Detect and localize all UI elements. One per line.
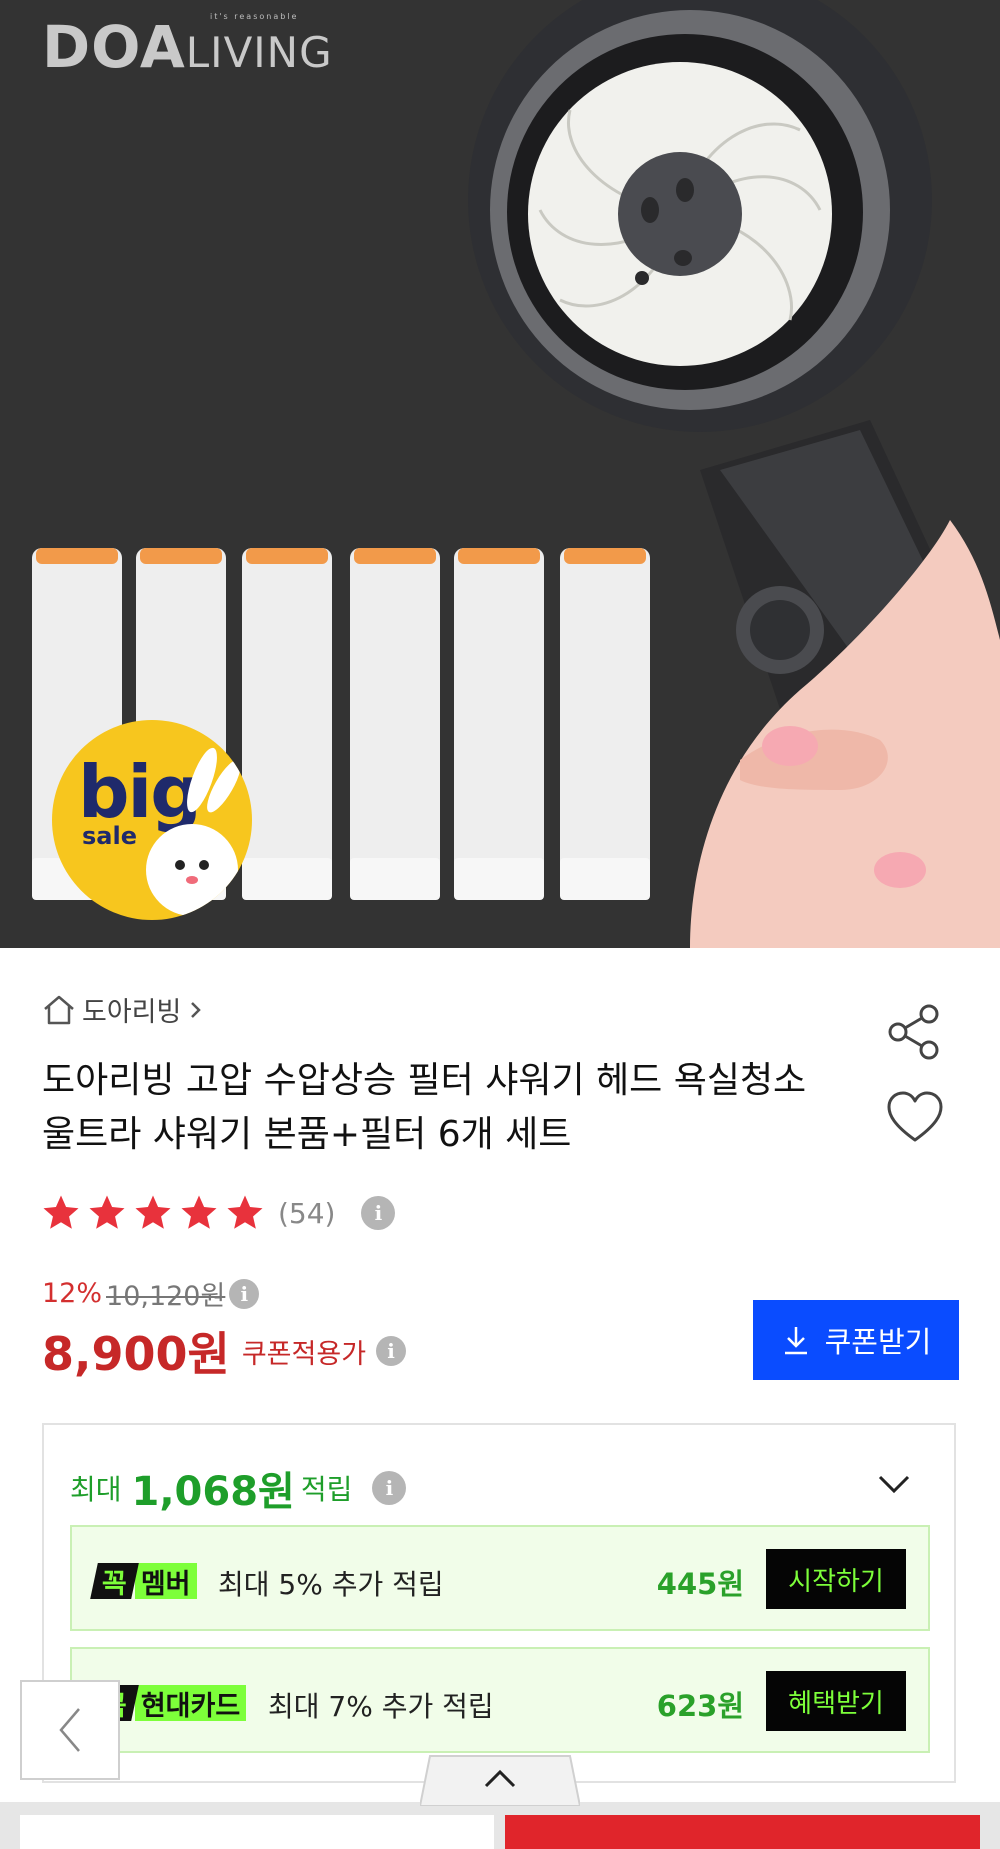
star-icon (135, 1195, 171, 1229)
share-button[interactable] (884, 1004, 946, 1060)
brand-logo: it's reasonable DOALIVING (42, 8, 333, 76)
start-member-button[interactable]: 시작하기 (766, 1549, 906, 1609)
price-label: 쿠폰적용가 (241, 1338, 367, 1370)
cart-button[interactable] (20, 1815, 494, 1849)
rating[interactable]: (54) i (40, 1192, 396, 1234)
benefit-amount: 445원 (656, 1567, 744, 1601)
discount-rate: 12% (42, 1278, 103, 1309)
shower-head (468, 0, 932, 432)
chevron-down-icon[interactable] (876, 1469, 912, 1499)
original-price: 10,120원 (106, 1281, 226, 1312)
badge-name: 현대카드 (134, 1685, 247, 1722)
brand-sub: LIVING (185, 28, 333, 77)
home-icon (44, 995, 74, 1024)
price-info-icon[interactable]: i (376, 1336, 407, 1366)
download-coupon-button[interactable]: 쿠폰받기 (753, 1300, 959, 1380)
benefit-amount: 623원 (656, 1689, 744, 1723)
points-suffix: 적립 (300, 1473, 353, 1506)
heart-icon (887, 1091, 943, 1142)
breadcrumb[interactable]: 도아리빙 (42, 990, 205, 1029)
get-benefit-button[interactable]: 혜택받기 (766, 1671, 906, 1731)
star-icon (89, 1195, 125, 1229)
download-icon (784, 1327, 807, 1355)
brand-main: DOA (42, 13, 186, 81)
price-line: 8,900원 쿠폰적용가 i (42, 1318, 407, 1384)
product-image[interactable]: it's reasonable DOALIVING big sale (0, 0, 1000, 948)
buy-button[interactable] (505, 1815, 980, 1849)
points-panel: 최대 1,068원 적립 i 꼭 멤버 최대 5% 추가 적립 445원 시작하… (42, 1423, 956, 1783)
big-sale-badge: big sale (52, 720, 252, 920)
benefit-row-hyundai-card: 꼭 현대카드 최대 7% 추가 적립 623원 혜택받기 (70, 1647, 930, 1753)
discount-line: 12% 10,120원 i (42, 1274, 260, 1313)
kok-member-badge: 꼭 멤버 (90, 1563, 197, 1600)
points-amount: 1,068원 (131, 1469, 295, 1515)
star-icon (227, 1195, 263, 1229)
back-button[interactable] (20, 1680, 120, 1780)
brand-tagline: it's reasonable (210, 12, 299, 21)
badge-name: 멤버 (134, 1563, 197, 1600)
star-icon (43, 1195, 79, 1229)
bunny-icon (146, 747, 241, 916)
points-prefix: 최대 (70, 1473, 122, 1506)
points-info-icon[interactable]: i (372, 1471, 407, 1505)
star-icon (181, 1195, 217, 1229)
breadcrumb-store[interactable]: 도아리빙 (82, 990, 181, 1029)
chevron-right-icon (191, 1001, 202, 1018)
share-icon (888, 1004, 939, 1060)
product-title: 도아리빙 고압 수압상승 필터 샤워기 헤드 욕실청소 울트라 샤워기 본품+필… (42, 1060, 807, 1155)
benefit-text: 최대 7% 추가 적립 (268, 1690, 494, 1723)
expand-tab[interactable] (418, 1754, 582, 1807)
chevron-up-icon (418, 1755, 582, 1807)
benefit-row-member: 꼭 멤버 최대 5% 추가 적립 445원 시작하기 (70, 1525, 930, 1631)
points-header[interactable]: 최대 1,068원 적립 i (70, 1459, 407, 1517)
rating-info-icon[interactable]: i (361, 1196, 396, 1230)
like-button[interactable] (884, 1090, 946, 1146)
benefit-text: 최대 5% 추가 적립 (218, 1568, 444, 1601)
review-count[interactable]: (54) (278, 1197, 335, 1230)
sale-price: 8,900원 (42, 1327, 230, 1381)
coupon-button-label: 쿠폰받기 (824, 1325, 932, 1359)
kok-label: 꼭 (102, 1568, 127, 1600)
original-price-info-icon[interactable]: i (229, 1278, 260, 1309)
chevron-left-icon (59, 1708, 80, 1752)
